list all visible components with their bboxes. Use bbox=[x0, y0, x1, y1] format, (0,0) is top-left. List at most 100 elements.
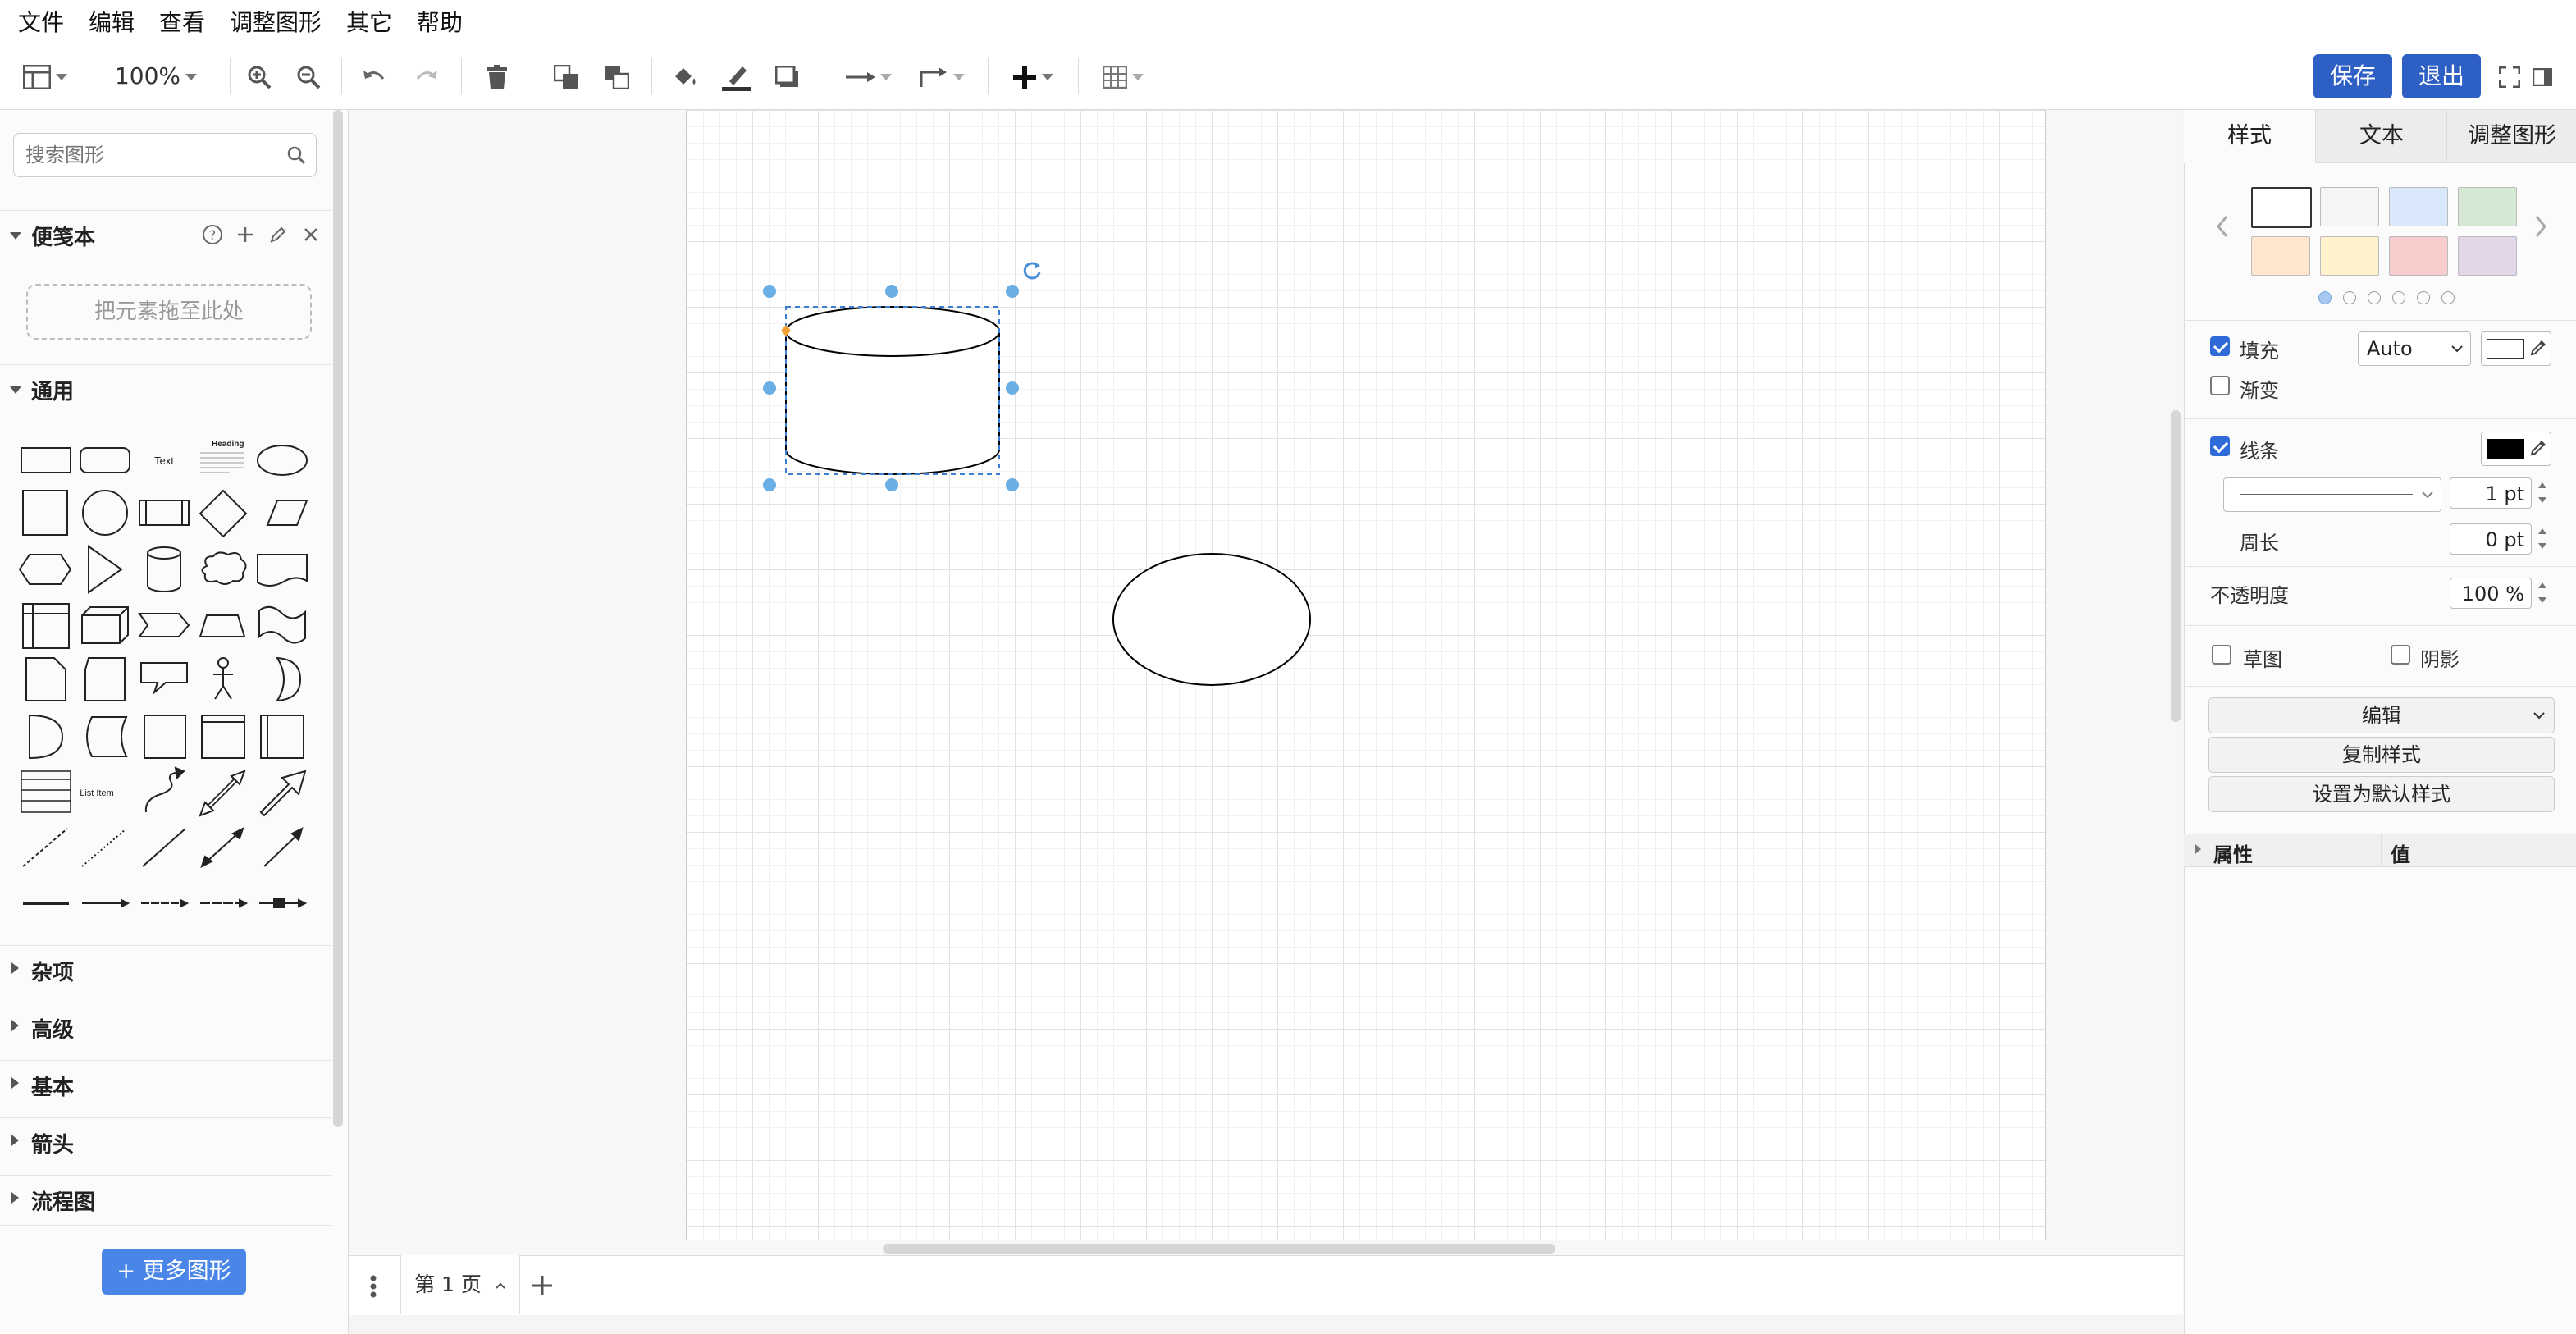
style-swatch-6[interactable] bbox=[2320, 236, 2379, 276]
swatch-page-dot-4[interactable] bbox=[2392, 291, 2405, 304]
style-swatch-1[interactable] bbox=[2251, 187, 2312, 228]
canvas-horizontal-scrollbar[interactable] bbox=[883, 1244, 1555, 1254]
fill-mode-select[interactable]: Auto bbox=[2358, 331, 2471, 366]
arrows-section-header[interactable]: 箭头 bbox=[0, 1117, 331, 1167]
resize-handle-sw[interactable] bbox=[763, 478, 776, 491]
copy-style-button[interactable]: 复制样式 bbox=[2208, 737, 2555, 773]
zoom-in-button[interactable] bbox=[243, 43, 276, 109]
shape-line[interactable] bbox=[142, 828, 186, 867]
swatch-page-dot-2[interactable] bbox=[2343, 291, 2356, 304]
menu-view[interactable]: 查看 bbox=[159, 5, 205, 38]
shape-textbox[interactable]: Heading bbox=[200, 440, 244, 473]
menu-extras[interactable]: 其它 bbox=[346, 5, 392, 38]
shape-rounded-rectangle[interactable] bbox=[80, 447, 130, 473]
edit-style-dropdown[interactable]: 编辑 bbox=[2208, 697, 2555, 733]
style-swatch-5[interactable] bbox=[2251, 236, 2310, 276]
view-panels-button[interactable] bbox=[16, 43, 74, 109]
resize-handle-s[interactable] bbox=[885, 478, 898, 491]
resize-handle-ne[interactable] bbox=[1006, 285, 1019, 298]
more-shapes-button[interactable]: + 更多图形 bbox=[102, 1249, 246, 1295]
page-tab[interactable]: 第 1 页 bbox=[400, 1255, 520, 1314]
shape-bidirectional-arrow[interactable] bbox=[199, 770, 246, 817]
connection-style-button[interactable] bbox=[840, 43, 897, 109]
menu-help[interactable]: 帮助 bbox=[417, 5, 463, 38]
to-back-button[interactable] bbox=[601, 43, 633, 109]
shape-vertical-container[interactable] bbox=[260, 715, 304, 759]
opacity-stepper[interactable] bbox=[2535, 578, 2550, 609]
shape-cylinder[interactable] bbox=[147, 546, 181, 592]
shape-container[interactable] bbox=[201, 715, 245, 759]
fill-checkbox[interactable] bbox=[2210, 336, 2230, 356]
shape-or[interactable] bbox=[276, 656, 302, 702]
basic-section-header[interactable]: 基本 bbox=[0, 1060, 331, 1110]
shape-step[interactable] bbox=[138, 613, 190, 637]
swatch-page-dot-3[interactable] bbox=[2368, 291, 2381, 304]
shape-cloud[interactable] bbox=[201, 551, 247, 585]
shape-note[interactable] bbox=[25, 657, 66, 701]
swatch-page-dot-6[interactable] bbox=[2441, 291, 2455, 304]
to-front-button[interactable] bbox=[550, 43, 582, 109]
shape-connector-arrow[interactable] bbox=[82, 898, 130, 908]
menu-file[interactable]: 文件 bbox=[18, 5, 64, 38]
resize-handle-e[interactable] bbox=[1006, 381, 1019, 395]
save-button[interactable]: 保存 bbox=[2313, 54, 2392, 98]
zoom-select[interactable]: 100% bbox=[107, 43, 205, 109]
undo-button[interactable] bbox=[358, 43, 391, 109]
property-column-header[interactable]: 属性 bbox=[2213, 838, 2253, 867]
rotate-icon[interactable] bbox=[1021, 259, 1044, 282]
add-icon[interactable] bbox=[236, 226, 254, 244]
sketch-checkbox[interactable] bbox=[2212, 645, 2231, 665]
shape-square[interactable] bbox=[22, 490, 68, 536]
sidebar-scrollbar[interactable] bbox=[333, 110, 343, 1127]
shape-list-item[interactable]: List Item bbox=[80, 788, 114, 798]
page-menu-icon[interactable] bbox=[368, 1274, 378, 1299]
chevron-up-icon[interactable] bbox=[495, 1281, 506, 1290]
toggle-format-panel-button[interactable] bbox=[2530, 43, 2555, 109]
shape-diamond[interactable] bbox=[199, 489, 248, 538]
shape-actor[interactable] bbox=[213, 657, 233, 700]
line-width-stepper[interactable] bbox=[2535, 477, 2550, 509]
perimeter-input[interactable]: 0 pt bbox=[2450, 523, 2532, 555]
help-icon[interactable]: ? bbox=[202, 224, 223, 245]
misc-section-header[interactable]: 杂项 bbox=[0, 945, 331, 995]
chevron-right-icon[interactable] bbox=[2533, 215, 2548, 238]
shape-dotted-line[interactable] bbox=[81, 828, 127, 867]
scratchpad-header[interactable]: 便笺本 ? bbox=[0, 210, 331, 260]
tab-text[interactable]: 文本 bbox=[2315, 110, 2447, 163]
shape-circle[interactable] bbox=[82, 490, 128, 536]
style-swatch-8[interactable] bbox=[2458, 236, 2517, 276]
delete-button[interactable] bbox=[481, 43, 514, 109]
swatch-page-dot-5[interactable] bbox=[2417, 291, 2430, 304]
opacity-input[interactable]: 100 % bbox=[2450, 578, 2532, 609]
shape-internal-storage[interactable] bbox=[22, 603, 70, 649]
line-width-input[interactable]: 1 pt bbox=[2450, 477, 2532, 509]
shape-arrow-block[interactable] bbox=[259, 770, 307, 817]
line-pattern-select[interactable] bbox=[2223, 477, 2441, 512]
shape-callout[interactable] bbox=[140, 662, 188, 696]
shape-connector-box[interactable] bbox=[259, 898, 308, 908]
resize-handle-nw[interactable] bbox=[763, 285, 776, 298]
zoom-out-button[interactable] bbox=[292, 43, 325, 109]
tab-arrange[interactable]: 调整图形 bbox=[2446, 110, 2576, 163]
diagram-ellipse-shape[interactable] bbox=[1112, 553, 1311, 686]
shape-tape[interactable] bbox=[258, 605, 306, 644]
search-input[interactable] bbox=[24, 134, 273, 176]
style-swatch-4[interactable] bbox=[2458, 187, 2517, 226]
shadow-button[interactable] bbox=[771, 43, 804, 109]
shape-bidirectional-connector[interactable] bbox=[200, 827, 244, 868]
gradient-checkbox[interactable] bbox=[2210, 376, 2230, 395]
redo-button[interactable] bbox=[410, 43, 443, 109]
line-color-button[interactable] bbox=[719, 43, 755, 109]
menu-edit[interactable]: 编辑 bbox=[89, 5, 135, 38]
shape-card[interactable] bbox=[84, 657, 126, 701]
search-icon[interactable] bbox=[286, 145, 306, 165]
shape-list[interactable] bbox=[21, 770, 71, 813]
table-button[interactable] bbox=[1094, 43, 1152, 109]
general-section-header[interactable]: 通用 bbox=[0, 364, 331, 414]
tab-style[interactable]: 样式 bbox=[2184, 110, 2315, 163]
shape-trapezoid[interactable] bbox=[199, 614, 246, 637]
canvas-vertical-scrollbar[interactable] bbox=[2171, 410, 2181, 722]
fill-color-button[interactable] bbox=[669, 43, 702, 109]
shape-delay[interactable] bbox=[29, 714, 64, 760]
edit-pencil-icon[interactable] bbox=[269, 226, 287, 244]
